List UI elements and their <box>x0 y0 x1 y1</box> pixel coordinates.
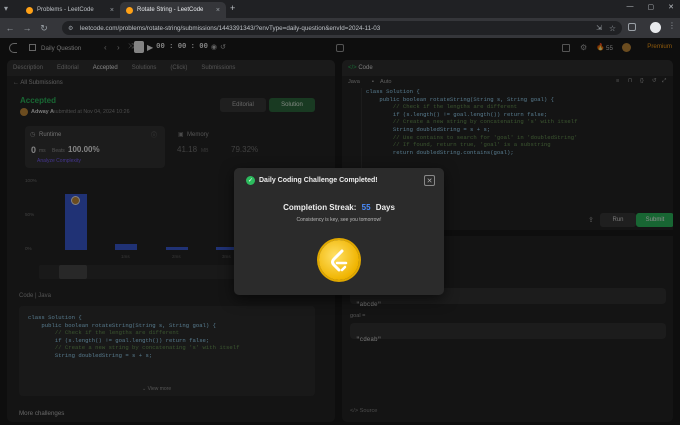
close-icon[interactable]: × <box>110 7 114 14</box>
browser-menu-icon[interactable]: ⋮ <box>668 21 676 30</box>
url-text: leetcode.com/problems/rotate-string/subm… <box>80 24 381 32</box>
url-field[interactable]: ⚙ leetcode.com/problems/rotate-string/su… <box>62 21 622 35</box>
leetcode-favicon <box>126 6 133 14</box>
browser-tab-strip: ▾ Problems - LeetCode × Rotate String - … <box>0 0 680 18</box>
close-window-icon[interactable]: ✕ <box>668 3 674 11</box>
minimize-icon[interactable]: — <box>627 3 634 11</box>
tab-title: Rotate String - LeetCode <box>137 7 204 13</box>
close-icon[interactable]: × <box>216 7 220 14</box>
browser-tab-rotate-string[interactable]: Rotate String - LeetCode × <box>120 2 226 18</box>
streak-value: 55 <box>361 203 371 212</box>
reload-icon[interactable]: ↻ <box>37 21 51 35</box>
tab-title: Problems - LeetCode <box>37 7 94 13</box>
extensions-icon[interactable] <box>628 23 636 31</box>
leetcode-favicon <box>26 6 33 14</box>
browser-tab-problems[interactable]: Problems - LeetCode × <box>20 2 120 18</box>
streak-message: Consistency is key, see you tomorrow! <box>296 217 382 223</box>
streak-line: Completion Streak: 55 Days <box>234 203 444 212</box>
back-icon[interactable]: ← <box>3 21 17 35</box>
check-circle-icon: ✓ <box>246 176 255 185</box>
daily-badge-coin <box>319 240 359 280</box>
install-icon[interactable]: ⇲ <box>596 24 602 32</box>
window-controls: — ▢ ✕ <box>627 3 675 11</box>
streak-unit: Days <box>375 203 395 212</box>
streak-label: Completion Streak: <box>283 203 357 212</box>
new-tab-button[interactable]: + <box>230 3 235 13</box>
profile-avatar[interactable] <box>650 22 661 33</box>
bookmark-star-icon[interactable]: ☆ <box>609 24 616 33</box>
tab-search-icon[interactable]: ▾ <box>4 4 14 14</box>
maximize-icon[interactable]: ▢ <box>648 3 655 11</box>
address-bar-row: ← → ↻ ⚙ leetcode.com/problems/rotate-str… <box>0 18 680 38</box>
modal-title: Daily Coding Challenge Completed! <box>259 177 378 184</box>
forward-icon[interactable]: → <box>20 21 34 35</box>
modal-close-button[interactable]: ✕ <box>424 175 435 186</box>
daily-challenge-modal: ✓ Daily Coding Challenge Completed! ✕ Co… <box>234 168 444 295</box>
leetcode-logo-icon <box>331 249 348 272</box>
site-info-icon[interactable]: ⚙ <box>68 25 73 32</box>
